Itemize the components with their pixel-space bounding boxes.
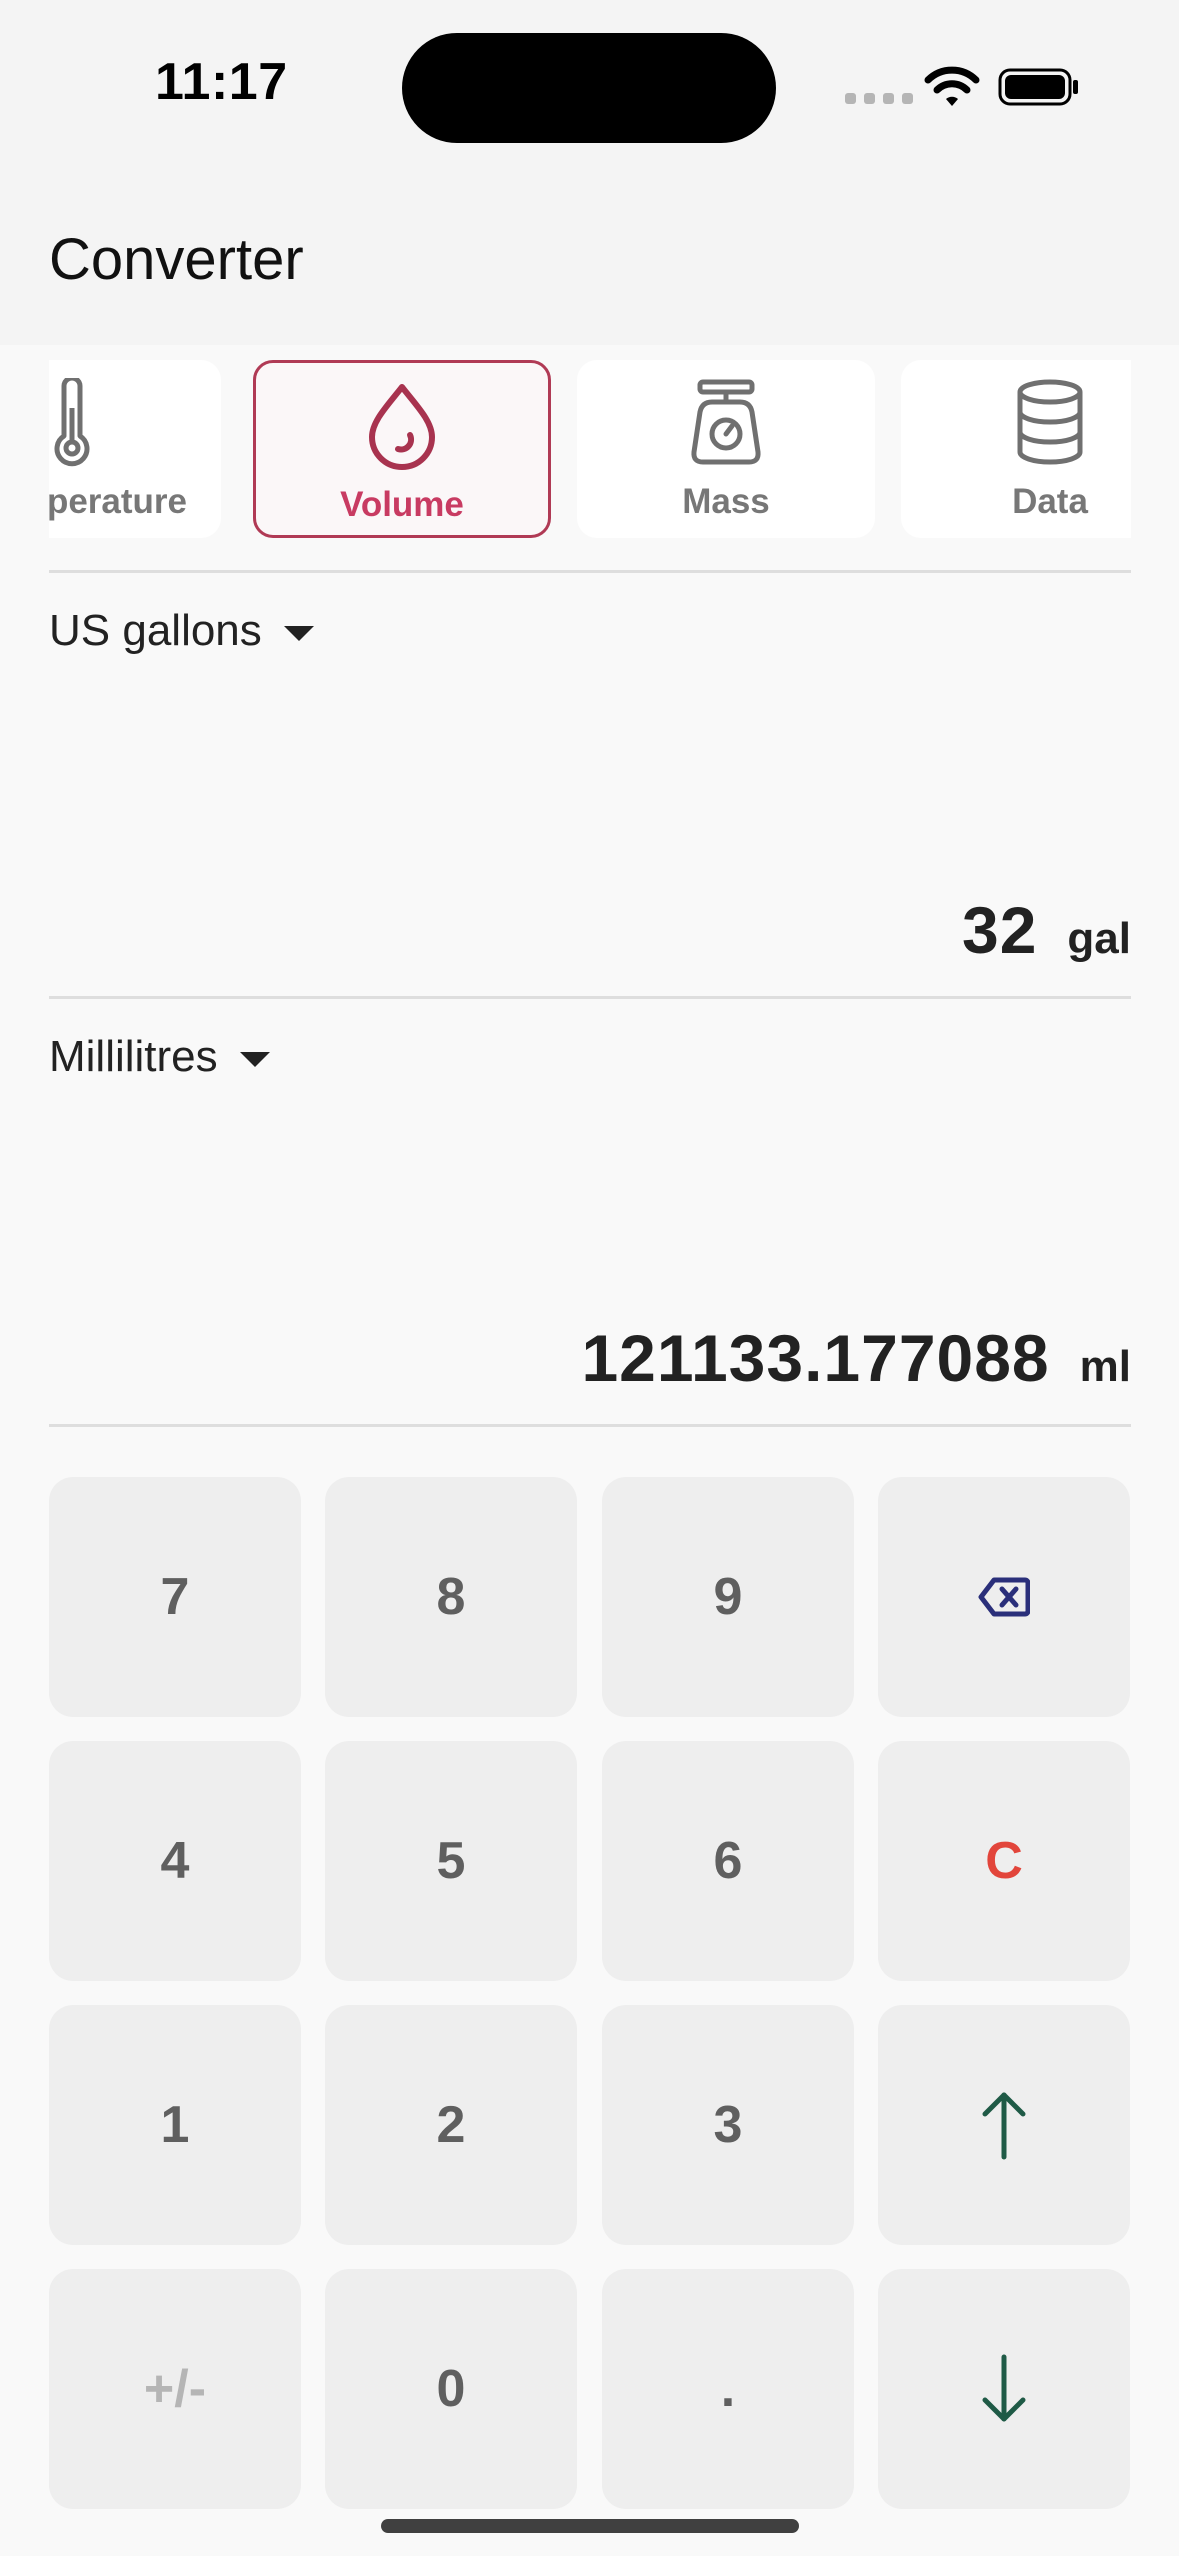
clear-button[interactable]: C: [878, 1741, 1130, 1981]
key-1[interactable]: 1: [49, 2005, 301, 2245]
divider: [49, 996, 1131, 999]
to-value-display[interactable]: 121133.177088 ml: [581, 1320, 1131, 1396]
divider: [49, 1424, 1131, 1427]
tab-temperature[interactable]: perature: [49, 360, 221, 538]
tab-data[interactable]: Data: [901, 360, 1131, 538]
status-time: 11:17: [155, 53, 288, 111]
category-tabs[interactable]: perature Volume Mass Data: [49, 360, 1131, 540]
to-unit-symbol: ml: [1079, 1342, 1131, 1391]
to-value: 121133.177088: [581, 1321, 1050, 1395]
battery-icon: [998, 68, 1078, 106]
move-down-button[interactable]: [878, 2269, 1130, 2509]
app-title: Converter: [49, 227, 304, 292]
key-3[interactable]: 3: [602, 2005, 854, 2245]
tab-label: perature: [49, 482, 187, 521]
key-9[interactable]: 9: [602, 1477, 854, 1717]
sign-toggle-button[interactable]: +/-: [49, 2269, 301, 2509]
divider: [49, 570, 1131, 573]
drop-icon: [369, 384, 435, 470]
from-unit-symbol: gal: [1067, 914, 1131, 963]
tab-label: Data: [1012, 482, 1088, 521]
scale-icon: [691, 379, 761, 465]
caret-down-icon: [239, 1051, 270, 1067]
key-6[interactable]: 6: [602, 1741, 854, 1981]
database-icon: [1017, 379, 1083, 465]
dynamic-island: [402, 33, 776, 143]
from-unit-dropdown[interactable]: US gallons: [49, 606, 314, 656]
tab-volume[interactable]: Volume: [253, 360, 551, 538]
caret-down-icon: [283, 625, 314, 641]
from-value-display[interactable]: 32 gal: [962, 892, 1131, 968]
home-indicator[interactable]: [381, 2519, 799, 2533]
key-7[interactable]: 7: [49, 1477, 301, 1717]
key-0[interactable]: 0: [325, 2269, 577, 2509]
to-unit-label: Millilitres: [49, 1032, 218, 1081]
tab-label: Volume: [340, 485, 464, 524]
move-up-button[interactable]: [878, 2005, 1130, 2245]
thermometer-icon: [54, 378, 90, 467]
to-unit-dropdown[interactable]: Millilitres: [49, 1032, 270, 1082]
key-2[interactable]: 2: [325, 2005, 577, 2245]
cellular-signal-icon: [845, 93, 913, 104]
decimal-point-button[interactable]: .: [602, 2269, 854, 2509]
arrow-up-icon: [982, 2092, 1026, 2160]
from-unit-label: US gallons: [49, 606, 262, 655]
wifi-icon: [924, 66, 980, 106]
key-4[interactable]: 4: [49, 1741, 301, 1981]
key-5[interactable]: 5: [325, 1741, 577, 1981]
tab-mass[interactable]: Mass: [577, 360, 875, 538]
from-value: 32: [962, 893, 1038, 967]
arrow-down-icon: [982, 2354, 1026, 2422]
backspace-button[interactable]: [878, 1477, 1130, 1717]
tab-label: Mass: [682, 482, 770, 521]
backspace-icon: [978, 1577, 1030, 1617]
key-8[interactable]: 8: [325, 1477, 577, 1717]
